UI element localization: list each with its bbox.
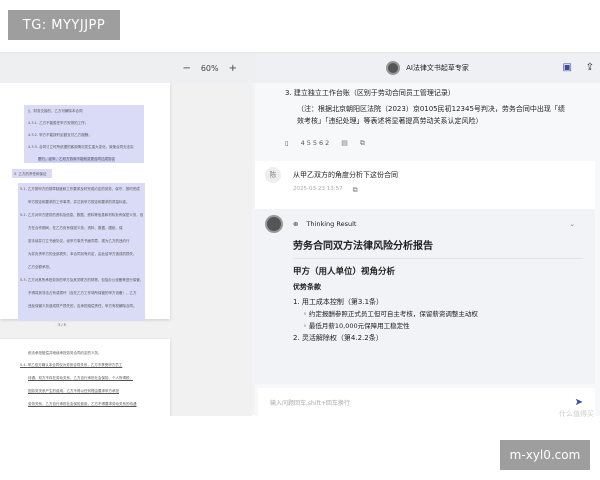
- response-note: （注：根据北京朝阳区法院（2023）京0105民初12345号判决，劳务合同中出…: [297, 105, 565, 125]
- doc-line: 4.3.1. 乙方不能胜任甲方安排的工作；: [28, 121, 89, 125]
- app-window: − 60% + ፮、财务交接的，乙方可解除本合同 4.3.1. 乙方不能胜任甲方…: [0, 52, 600, 418]
- chat-panel: AI法律文书起草专家 ▣ ⇪ 3. 建立独立工作台账（区别于劳动合同员工管理记录…: [255, 53, 600, 418]
- assistant-message: ⊛ Thinking Result ⌄ 劳务合同双方法律风险分析报告 甲方（用人…: [255, 209, 595, 384]
- document-viewer[interactable]: ፮、财务交接的，乙方可解除本合同 4.3.1. 乙方不能胜任甲方安排的工作； 4…: [0, 83, 252, 416]
- zoom-level: 60%: [200, 63, 219, 73]
- doc-icon: ▯: [285, 139, 291, 147]
- thinking-label: Thinking Result: [306, 220, 357, 228]
- doc-line: 5.1. 乙方按甲方的规章制度和工作要求及时完成约定的劳务，保守、按时完成: [20, 187, 140, 191]
- document-page: 依法承担赔偿并继续承担劳务合同约定的义务。 5.4. 甲乙双方确认本合同仅为劳务…: [0, 339, 170, 416]
- bullet-item: ◦ 最低月薪10,000元保障用工稳定性: [303, 322, 410, 330]
- thinking-icon: ⊛: [293, 220, 299, 228]
- chat-header: AI法律文书起草专家 ▣ ⇪: [255, 53, 600, 83]
- document-page: ፮、财务交接的，乙方可解除本合同 4.3.1. 乙方不能胜任甲方安排的工作； 4…: [0, 83, 170, 327]
- chevron-down-icon[interactable]: ⌄: [570, 220, 575, 228]
- tg-watermark: TG: MYYJJPP: [8, 10, 120, 40]
- doc-line: 密手续并订立书面协议，经甲方事先书面同意，视为乙方的违约行: [28, 239, 130, 243]
- report-title: 劳务合同双方法律风险分析报告: [293, 241, 433, 252]
- list-item: 2. 灵活解除权（第4.2.2条）: [293, 334, 383, 342]
- new-chat-icon[interactable]: ▣: [563, 62, 572, 73]
- doc-line: 不得将其非法占有或损坏（含在乙方工作场所保管的甲方设备），乙方: [28, 291, 137, 295]
- doc-line: 5.2. 乙方对甲方提供的资料及信息、数据、资料等信息和材料负有保密义务，双: [20, 213, 144, 217]
- doc-line: 履行，经甲、乙双方协商不能就变更合同达成协议: [38, 157, 115, 162]
- doc-line: 劳务关系，乙方自行承担社会保险费用，乙方不得要求劳动关系的待遇: [28, 402, 137, 406]
- doc-line: 5.4. 甲乙双方确认本合同仅为劳务合同关系，乙方不享受甲方员工: [20, 363, 123, 367]
- doc-line: 4.3.3. 合同订立时所依据的客观情况发生重大变化，致使合同无法实: [28, 145, 134, 149]
- bullet-item: ◦ 约定报酬参照正式员工但可自主考核，保留薪资调整主动权: [303, 310, 478, 318]
- assistant-avatar: [386, 61, 401, 75]
- doc-line: 待遇，双方不存在劳动关系，乙方自行承担社会保险、个人所得税，: [28, 376, 133, 380]
- input-placeholder: 输入问题回车,shift+回车换行: [270, 399, 350, 407]
- site-watermark: m-xyl0.com: [500, 440, 590, 470]
- doc-line: 甲方规定和要求的工作事项，并达到甲方规定和要求的质量标准。: [28, 200, 130, 204]
- zoom-out-button[interactable]: −: [182, 63, 190, 74]
- doc-line: 违反保管义务造成财产损失的，应承担赔偿责任，甲方有权解除合同。: [28, 304, 137, 308]
- doc-line: 依法承担赔偿并继续承担劳务合同约定的义务。: [28, 351, 102, 355]
- response-text: 3. 建立独立工作台账（区别于劳动合同员工管理记录）: [285, 89, 455, 97]
- doc-line: 方在合作期间，在乙方负有保密义务，资料、数据、图纸，保: [28, 226, 123, 230]
- chat-title: AI法律文书起草专家: [406, 64, 469, 72]
- doc-line: 4.3.2. 甲方不能按时足额支付乙方报酬；: [28, 133, 92, 137]
- share-icon[interactable]: ⇪: [586, 62, 594, 73]
- send-icon[interactable]: ➤: [575, 397, 583, 408]
- doc-line: 5. 乙方的责任和保证: [14, 172, 47, 176]
- message-timestamp: 2025-03-23 13:57: [293, 186, 343, 192]
- doc-line: ፮、财务交接的，乙方可解除本合同: [28, 109, 83, 113]
- doc-line: 为并负责甲方的全部损失，本合同另有约定，由此给甲方造成的损失，: [28, 252, 137, 256]
- user-message: 陈 从甲乙双方的角度分析下这份合同 2025-03-23 13:57 ⧉: [255, 161, 595, 209]
- copy-icon[interactable]: ⧉: [360, 139, 367, 148]
- previous-response: 3. 建立独立工作台账（区别于劳动合同员工管理记录） （注：根据北京朝阳区法院（…: [255, 87, 595, 148]
- doc-line: 5.3. 乙方对其所承担劳务的甲方及其关联方的财物，包括办公设备等进行保管，: [20, 278, 144, 282]
- doc-line: 乙方全额承担。: [28, 265, 53, 269]
- document-toolbar: − 60% +: [0, 53, 255, 83]
- assistant-avatar: [265, 215, 283, 233]
- smzdm-watermark: 什么值得买: [559, 410, 594, 418]
- zoom-in-button[interactable]: +: [229, 63, 237, 74]
- page-number: 3 / 5: [55, 323, 69, 327]
- chat-input[interactable]: 输入问题回车,shift+回车换行 ➤: [258, 388, 595, 416]
- word-count: 45562: [300, 139, 332, 147]
- list-item: 1. 用工成本控制（第3.1条）: [293, 298, 384, 306]
- user-avatar: 陈: [265, 167, 281, 183]
- copy-icon[interactable]: ⧉: [353, 186, 358, 195]
- section-title: 甲方（用人单位）视角分析: [293, 267, 396, 277]
- doc-line: 因劳务关系产生的费用，乙方不得以任何理由要求甲方承担: [28, 389, 119, 393]
- export-icon[interactable]: ▤: [341, 139, 350, 148]
- sub-title: 优势条款: [293, 283, 321, 291]
- user-message-text: 从甲乙双方的角度分析下这份合同: [293, 171, 398, 179]
